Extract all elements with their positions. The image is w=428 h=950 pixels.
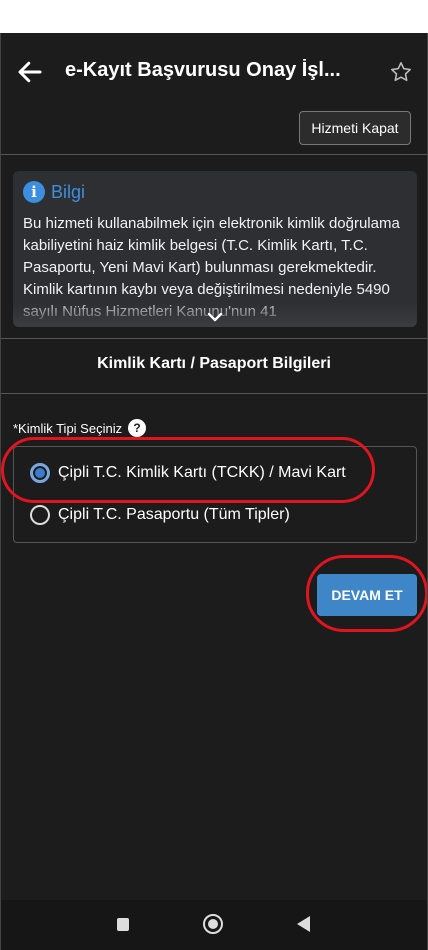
radio-unselected-icon[interactable] [30,505,50,525]
info-title: Bilgi [51,181,86,202]
info-icon: i [23,181,45,203]
divider [1,338,427,339]
highlight-annotation [1,437,375,503]
home-icon[interactable] [203,914,223,934]
close-service-button[interactable]: Hizmeti Kapat [299,111,411,145]
recent-apps-icon[interactable] [117,918,129,931]
info-panel: i Bilgi Bu hizmeti kullanabilmek için el… [13,171,417,327]
highlight-annotation [306,555,427,632]
star-outline-icon[interactable] [389,60,413,84]
section-title: Kimlik Kartı / Pasaport Bilgileri [97,355,331,372]
identity-type-label-row: *Kimlik Tipi Seçiniz ? [13,419,147,437]
phone-screen: e-Kayıt Başvurusu Onay İşl... Hizmeti Ka… [0,33,428,950]
system-nav-bar [1,900,427,950]
identity-type-label: *Kimlik Tipi Seçiniz [13,420,123,436]
arrow-left-icon[interactable] [15,57,45,87]
app-bar: e-Kayıt Başvurusu Onay İşl... [1,33,427,113]
divider [1,393,427,394]
help-icon[interactable]: ? [128,419,147,437]
info-header: i Bilgi [23,181,85,203]
chevron-down-icon[interactable] [206,310,224,324]
page-title: e-Kayıt Başvurusu Onay İşl... [65,59,341,81]
divider [1,154,427,155]
back-triangle-icon[interactable] [297,916,310,932]
radio-option-passport[interactable]: Çipli T.C. Pasaportu (Tüm Tipler) [30,505,290,525]
radio-option-label: Çipli T.C. Pasaportu (Tüm Tipler) [58,506,290,523]
